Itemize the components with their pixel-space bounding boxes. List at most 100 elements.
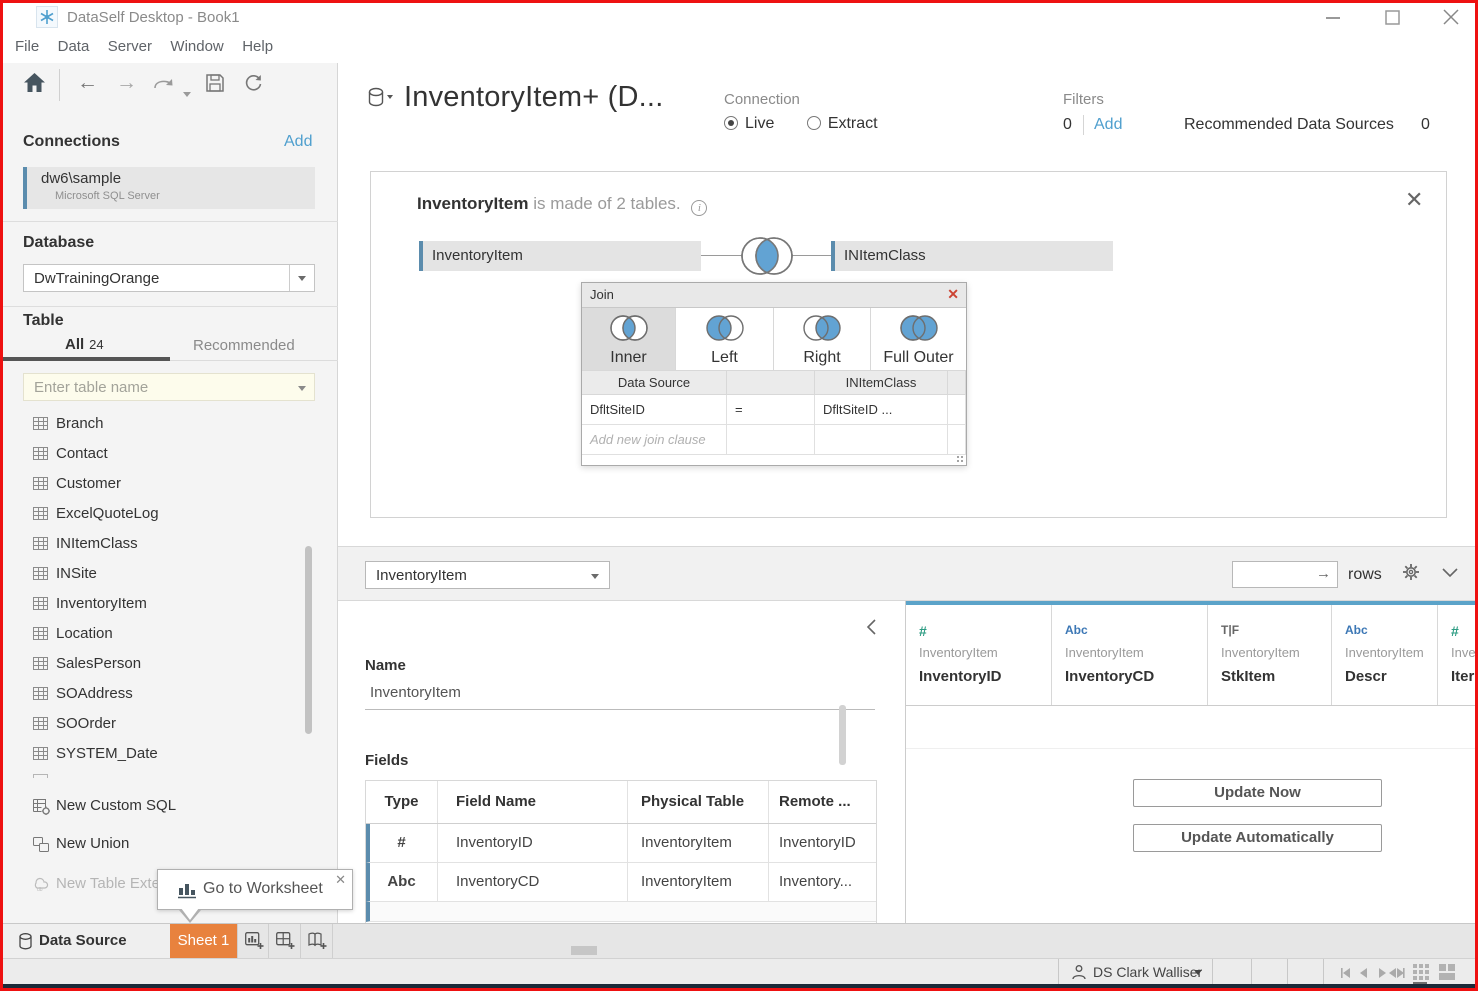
join-clause-right-field[interactable]: DfltSiteID ... — [815, 395, 948, 425]
rows-count-input[interactable] — [1237, 564, 1312, 585]
table-list-item[interactable]: INItemClass — [3, 529, 303, 559]
new-union[interactable]: New Union — [3, 830, 338, 860]
field-row[interactable]: # InventoryID InventoryItem InventoryID — [366, 824, 876, 863]
close-icon[interactable] — [1436, 5, 1466, 29]
table-list-item[interactable]: SYSTEM_Date — [3, 739, 303, 769]
horizontal-scrollbar-thumb[interactable] — [571, 946, 597, 955]
join-title-rest: is made of 2 tables. — [533, 194, 680, 213]
tab-recommended[interactable]: Recommended — [193, 337, 295, 354]
join-type-full-outer[interactable]: Full Outer — [871, 308, 966, 370]
divider — [1323, 959, 1324, 985]
fields-label: Fields — [365, 752, 408, 769]
add-join-clause[interactable]: Add new join clause — [582, 425, 727, 455]
close-icon[interactable]: ✕ — [335, 872, 346, 888]
go-to-worksheet-tooltip[interactable]: Go to Worksheet ✕ — [157, 869, 353, 910]
join-clause-header-left: Data Source — [582, 370, 727, 395]
table-list-item[interactable]: INSite — [3, 559, 303, 589]
extract-radio[interactable] — [807, 116, 821, 130]
join-type-inner[interactable]: Inner — [582, 308, 676, 370]
active-tab-underline — [3, 357, 170, 361]
record-navigation-icons[interactable] — [1340, 966, 1406, 984]
name-label: Name — [365, 657, 406, 674]
join-venn-icon[interactable] — [735, 230, 799, 287]
join-clause-operator[interactable]: = — [727, 395, 815, 425]
name-value-field[interactable]: InventoryItem — [365, 684, 875, 710]
back-icon[interactable]: ← — [77, 71, 98, 95]
new-story-button[interactable] — [301, 924, 333, 959]
fields-table-scrollbar[interactable] — [839, 705, 846, 765]
tab-all[interactable]: All24 — [65, 336, 104, 353]
update-automatically-button[interactable]: Update Automatically — [1133, 824, 1382, 852]
resize-grip[interactable] — [956, 455, 964, 463]
join-type-right[interactable]: Right — [774, 308, 871, 370]
join-clause-left-field[interactable]: DfltSiteID — [582, 395, 727, 425]
grid-column-header[interactable]: # Inve Iter — [1438, 605, 1475, 705]
table-list-item[interactable]: Location — [3, 619, 303, 649]
user-menu[interactable]: DS Clark Walliser — [1058, 959, 1213, 985]
forward-icon[interactable]: → — [116, 71, 137, 95]
menu-file[interactable]: File — [15, 31, 39, 63]
menu-help[interactable]: Help — [242, 31, 273, 63]
grid-column-header[interactable]: # InventoryItem InventoryID — [906, 605, 1052, 705]
redo-icon[interactable] — [153, 77, 177, 96]
table-list-item[interactable]: SalesPerson — [3, 649, 303, 679]
close-icon[interactable]: ✕ — [947, 286, 959, 303]
table-list-item[interactable]: InventoryItem — [3, 589, 303, 619]
add-connection-link[interactable]: Add — [284, 133, 312, 151]
chevron-down-icon[interactable] — [298, 386, 306, 391]
chevron-down-icon[interactable] — [289, 265, 314, 291]
minimize-icon[interactable] — [1318, 5, 1348, 29]
update-now-button[interactable]: Update Now — [1133, 779, 1382, 807]
live-radio[interactable] — [724, 116, 738, 130]
table-list-item[interactable]: SOOrder — [3, 709, 303, 739]
new-custom-sql[interactable]: New Custom SQL — [3, 792, 338, 822]
collapse-panel-icon[interactable] — [866, 619, 876, 640]
save-icon[interactable] — [206, 74, 224, 97]
grid-column-header[interactable]: Abc InventoryItem InventoryCD — [1052, 605, 1208, 705]
sidebar-scrollbar[interactable] — [305, 546, 312, 734]
field-row-partial[interactable] — [366, 902, 876, 922]
new-worksheet-button[interactable] — [237, 924, 269, 959]
preview-table-selected: InventoryItem — [376, 567, 467, 584]
join-clause-remove-cell[interactable] — [948, 395, 966, 425]
table-search-box — [23, 373, 315, 401]
menu-server[interactable]: Server — [108, 31, 152, 63]
new-dashboard-button[interactable] — [269, 924, 301, 959]
connection-card[interactable]: dw6\sample Microsoft SQL Server — [23, 167, 315, 209]
home-icon[interactable] — [24, 73, 45, 97]
redo-caret-icon[interactable] — [183, 84, 191, 102]
table-search-input[interactable] — [34, 377, 284, 397]
close-icon[interactable]: ✕ — [1405, 190, 1423, 210]
chevron-down-icon[interactable] — [1442, 565, 1458, 583]
table-list-item[interactable]: Branch — [3, 409, 303, 439]
table-list-item[interactable]: Customer — [3, 469, 303, 499]
menu-window[interactable]: Window — [170, 31, 223, 63]
refresh-icon[interactable] — [244, 73, 263, 97]
table-list-item[interactable]: ExcelQuoteLog — [3, 499, 303, 529]
maximize-icon[interactable] — [1377, 5, 1407, 29]
table-list-item[interactable]: SOAddress — [3, 679, 303, 709]
preview-table-select[interactable]: InventoryItem — [365, 561, 610, 589]
arrow-right-icon[interactable]: → — [1316, 565, 1331, 582]
field-row[interactable]: Abc InventoryCD InventoryItem Inventory.… — [366, 863, 876, 902]
sheet-tab-bar: Data Source Sheet 1 — [3, 923, 1475, 958]
menu-data[interactable]: Data — [58, 31, 90, 63]
tab-data-source[interactable]: Data Source — [3, 924, 170, 959]
database-icon[interactable] — [368, 87, 394, 116]
table-list-item-partial[interactable] — [3, 769, 303, 778]
grid-column-header[interactable]: Abc InventoryItem Descr — [1332, 605, 1438, 705]
table-list-item[interactable]: Contact — [3, 439, 303, 469]
gear-icon[interactable] — [1402, 563, 1420, 586]
join-table-left[interactable]: InventoryItem — [419, 241, 701, 271]
join-type-right-label: Right — [774, 349, 870, 367]
tab-sheet1[interactable]: Sheet 1 — [170, 924, 237, 959]
add-filter-link[interactable]: Add — [1094, 116, 1122, 134]
join-table-right[interactable]: INItemClass — [831, 241, 1113, 271]
table-icon — [33, 597, 48, 615]
data-source-title[interactable]: InventoryItem+ (D... — [404, 81, 663, 114]
grid-column-header[interactable]: T|F InventoryItem StkItem — [1208, 605, 1332, 705]
join-type-left[interactable]: Left — [676, 308, 774, 370]
recommended-data-sources-label[interactable]: Recommended Data Sources — [1184, 116, 1394, 134]
database-select[interactable]: DwTrainingOrange — [23, 264, 315, 292]
info-icon[interactable]: i — [691, 200, 707, 216]
